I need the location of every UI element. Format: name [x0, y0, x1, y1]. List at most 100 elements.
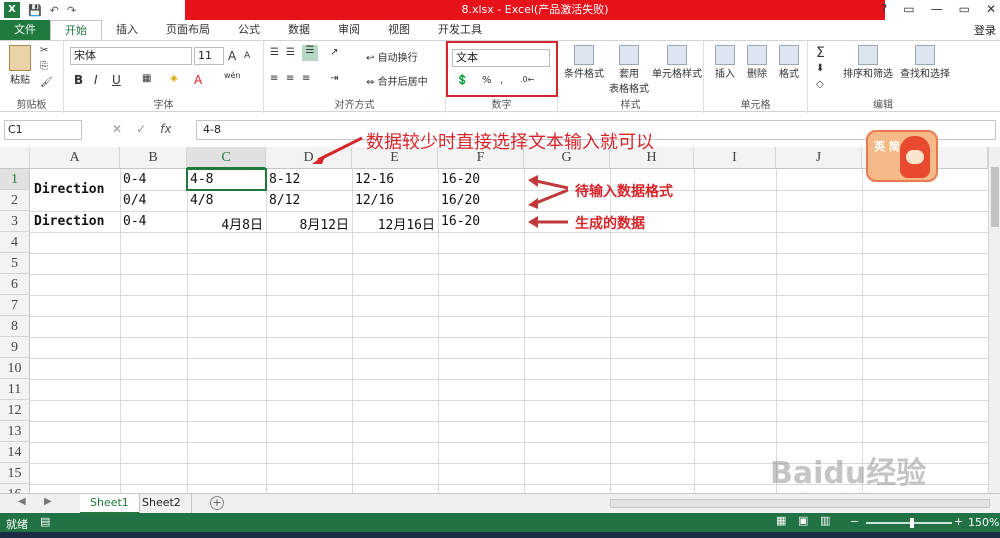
cell-d1[interactable]: 8-12	[269, 172, 300, 187]
indent-icon[interactable]: ⇥	[330, 73, 338, 84]
row-header-13[interactable]: 13	[0, 421, 30, 442]
find-select-button[interactable]: 查找和选择	[896, 45, 954, 80]
phonetic-button[interactable]: wén	[224, 71, 241, 80]
currency-icon[interactable]: 💲	[456, 75, 468, 86]
align-middle-icon[interactable]: ☰	[286, 47, 295, 58]
cell-c3[interactable]: 4月8日	[187, 214, 263, 233]
column-header-i[interactable]: I	[694, 147, 776, 169]
cell-styles-button[interactable]: 单元格样式	[652, 45, 702, 80]
align-top-icon[interactable]: ☰	[270, 47, 279, 58]
vertical-scrollbar[interactable]	[988, 147, 1000, 493]
name-box[interactable]: C1	[4, 120, 82, 140]
help-icon[interactable]: ?	[881, 2, 887, 16]
cell-e3[interactable]: 12月16日	[352, 214, 435, 233]
paste-button[interactable]: 粘贴	[6, 45, 34, 86]
autosum-button[interactable]: Σ	[816, 45, 825, 61]
number-format-select[interactable]: 文本	[452, 49, 550, 67]
column-header-j[interactable]: J	[776, 147, 862, 169]
row-header-3[interactable]: 3	[0, 211, 30, 232]
zoom-out-icon[interactable]: −	[850, 515, 859, 528]
row-header-4[interactable]: 4	[0, 232, 30, 253]
font-color-icon[interactable]: A	[194, 73, 202, 87]
spreadsheet-grid[interactable]: A B C D E F G H I J 1 2 3 4 5 6 7 8 9 10…	[0, 147, 988, 493]
zoom-in-icon[interactable]: +	[954, 515, 963, 528]
add-sheet-icon[interactable]: +	[210, 496, 224, 510]
underline-button[interactable]: U	[112, 73, 121, 87]
redo-icon[interactable]: ↷	[67, 4, 76, 17]
font-name-select[interactable]: 宋体	[70, 47, 192, 65]
insert-cells-button[interactable]: 插入	[710, 45, 740, 80]
scrollbar-thumb[interactable]	[991, 167, 999, 227]
column-header-b[interactable]: B	[120, 147, 187, 169]
zoom-slider[interactable]	[866, 522, 952, 524]
cell-f1[interactable]: 16-20	[441, 172, 480, 187]
row-header-14[interactable]: 14	[0, 442, 30, 463]
zoom-slider-thumb[interactable]	[910, 518, 914, 528]
tab-home[interactable]: 开始	[50, 20, 102, 40]
tab-view[interactable]: 视图	[374, 20, 424, 40]
normal-view-icon[interactable]: ▦	[776, 514, 786, 527]
cell-e2[interactable]: 12/16	[355, 193, 394, 208]
sheet-tab-2[interactable]: Sheet2	[132, 494, 192, 514]
tab-page-layout[interactable]: 页面布局	[152, 20, 224, 40]
align-center-icon[interactable]: ≡	[286, 73, 294, 84]
comma-button[interactable]: ,	[500, 75, 503, 86]
row-header-16[interactable]: 16	[0, 484, 30, 493]
align-right-icon[interactable]: ≡	[302, 73, 310, 84]
enter-icon[interactable]: ✓	[136, 122, 146, 136]
close-icon[interactable]: ✕	[986, 2, 996, 16]
format-as-table-button[interactable]: 套用 表格格式	[608, 45, 650, 95]
select-all-corner[interactable]	[0, 147, 30, 169]
maximize-icon[interactable]: ▭	[959, 2, 970, 16]
cell-d3[interactable]: 8月12日	[266, 214, 349, 233]
cell-d2[interactable]: 8/12	[269, 193, 300, 208]
sort-filter-button[interactable]: 排序和筛选	[842, 45, 894, 80]
tab-insert[interactable]: 插入	[102, 20, 152, 40]
fill-color-icon[interactable]: ◈	[170, 73, 178, 84]
cancel-icon[interactable]: ✕	[112, 122, 122, 136]
cell-b3[interactable]: 0-4	[123, 214, 146, 229]
row-header-11[interactable]: 11	[0, 379, 30, 400]
undo-icon[interactable]: ↶	[50, 4, 59, 17]
font-size-select[interactable]: 11	[194, 47, 224, 65]
ribbon-display-icon[interactable]: ▭	[903, 2, 914, 16]
grow-font-button[interactable]: A	[228, 49, 236, 63]
percent-button[interactable]: %	[482, 75, 492, 86]
cell-a1[interactable]: Direction	[34, 182, 104, 197]
format-painter-icon[interactable]: 🖌	[40, 77, 53, 88]
column-header-d[interactable]: D	[266, 147, 352, 169]
conditional-format-button[interactable]: 条件格式	[562, 45, 606, 80]
fill-icon[interactable]: ⬇	[816, 63, 824, 74]
increase-decimal-icon[interactable]: .0←	[520, 75, 534, 84]
clear-icon[interactable]: ◇	[816, 79, 824, 90]
minimize-icon[interactable]: —	[931, 2, 943, 16]
row-header-2[interactable]: 2	[0, 190, 30, 211]
macro-record-icon[interactable]: ▤	[40, 515, 50, 528]
cell-f3[interactable]: 16-20	[441, 214, 480, 229]
prev-sheet-icon[interactable]: ◀	[18, 496, 26, 507]
cell-a3[interactable]: Direction	[34, 214, 104, 229]
row-header-10[interactable]: 10	[0, 358, 30, 379]
column-header-c[interactable]: C	[187, 147, 266, 169]
cut-icon[interactable]: ✂	[40, 45, 48, 56]
save-icon[interactable]: 💾	[28, 4, 42, 17]
format-cells-button[interactable]: 格式	[774, 45, 804, 80]
cell-f2[interactable]: 16/20	[441, 193, 480, 208]
login-link[interactable]: 登录	[974, 22, 996, 38]
delete-cells-button[interactable]: 删除	[742, 45, 772, 80]
row-header-9[interactable]: 9	[0, 337, 30, 358]
tab-review[interactable]: 审阅	[324, 20, 374, 40]
border-icon[interactable]: ▦	[142, 73, 151, 84]
column-header-a[interactable]: A	[30, 147, 120, 169]
copy-icon[interactable]: ⎘	[40, 61, 48, 72]
align-left-icon[interactable]: ≡	[270, 73, 278, 84]
zoom-level[interactable]: 150%	[968, 516, 999, 529]
cell-b2[interactable]: 0/4	[123, 193, 146, 208]
align-bottom-icon[interactable]: ☰	[302, 45, 318, 61]
cell-e1[interactable]: 12-16	[355, 172, 394, 187]
row-header-1[interactable]: 1	[0, 169, 30, 190]
tab-developer[interactable]: 开发工具	[424, 20, 496, 40]
merge-center-button[interactable]: ⇔ 合并后居中	[366, 73, 428, 88]
orientation-icon[interactable]: ↗	[330, 47, 338, 58]
sheet-tab-1[interactable]: Sheet1	[80, 494, 140, 514]
